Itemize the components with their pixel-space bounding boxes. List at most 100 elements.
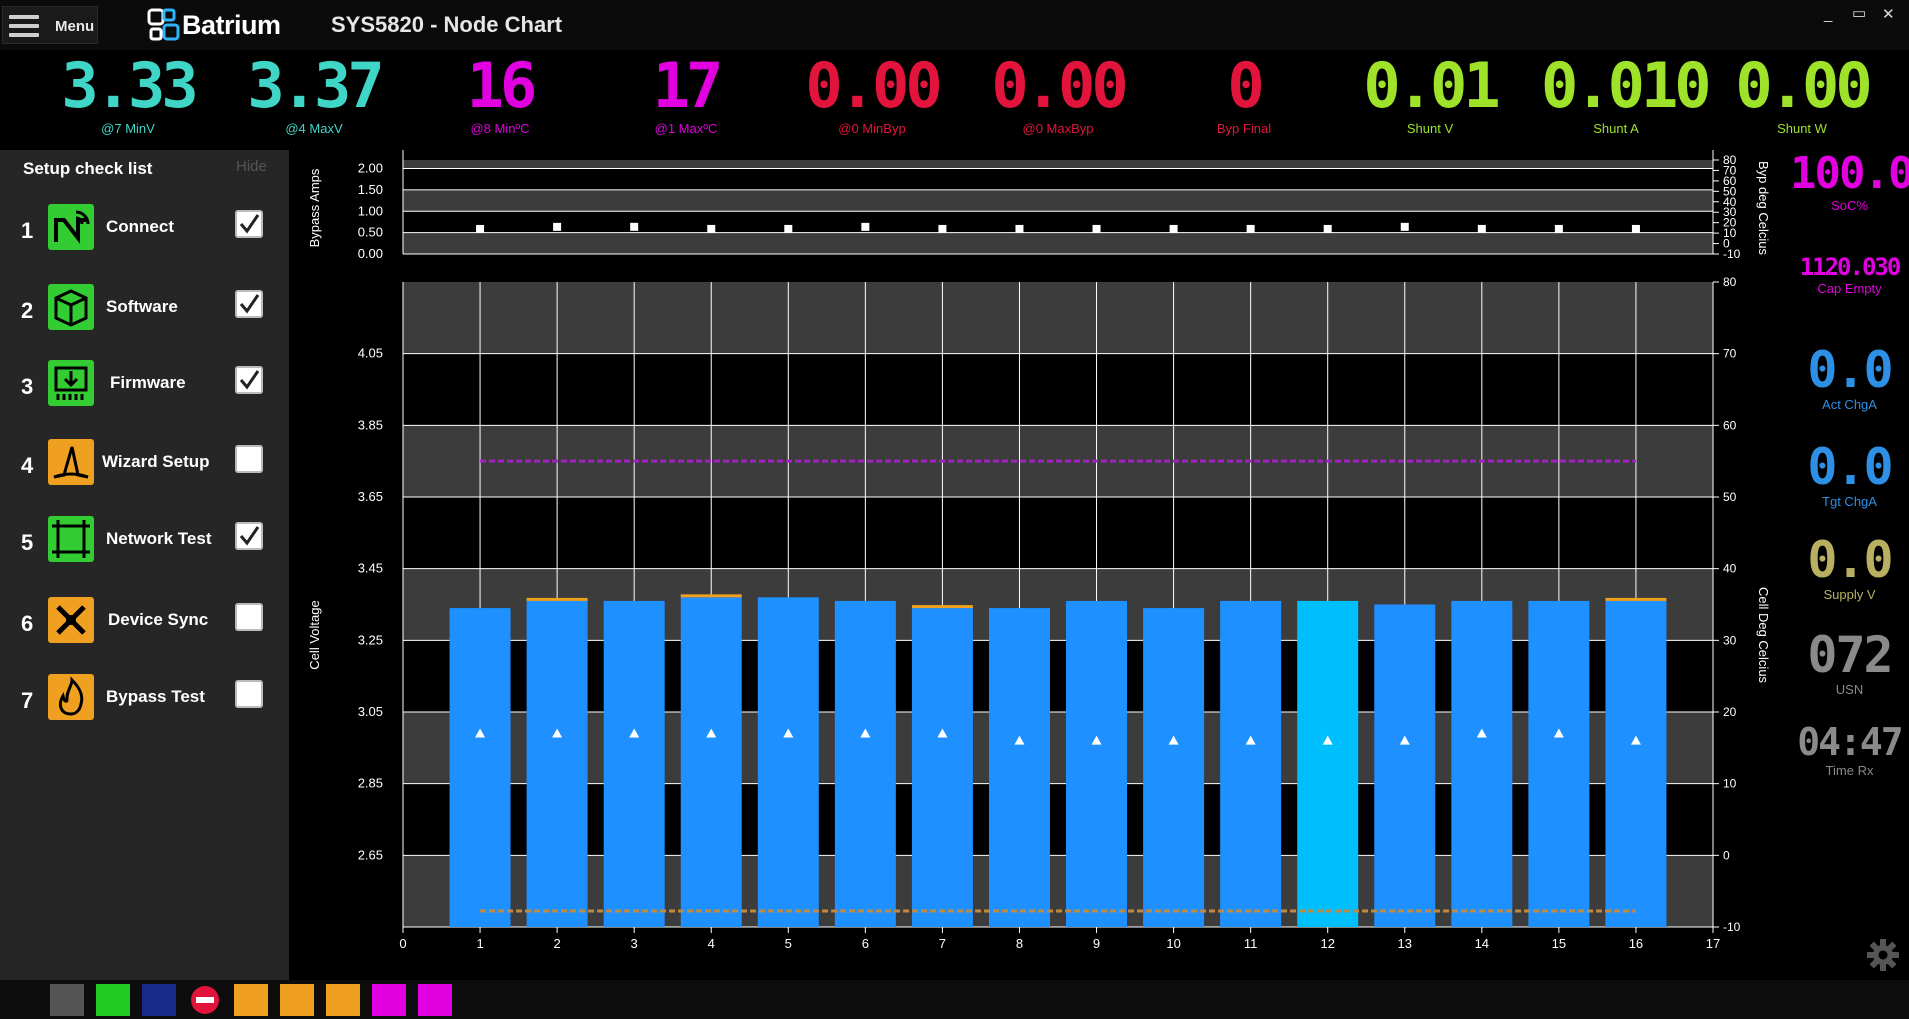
cell-voltage-bar xyxy=(680,597,742,927)
cell-voltage-bar xyxy=(1605,600,1667,927)
app-logo: Batrium xyxy=(146,7,306,45)
bypass-temp-point xyxy=(1554,224,1563,233)
right-readout-caption: USN xyxy=(1835,682,1864,697)
y-tick-label: 2.00 xyxy=(358,161,383,176)
step-checkbox[interactable] xyxy=(235,290,263,318)
bypass-indicator xyxy=(680,594,742,598)
readout-value: 3.33 xyxy=(61,49,198,122)
readout-shunt-w: 0.00 Shunt W xyxy=(1727,50,1877,137)
hide-button[interactable]: Hide xyxy=(236,158,267,175)
y2-tick-label: 10 xyxy=(1723,777,1737,791)
bypass-temp-point xyxy=(1400,222,1409,231)
readout-value: 3.37 xyxy=(247,49,384,122)
bypass-y2-label: Byp deg Celcius xyxy=(1756,161,1771,255)
x-tick-label: 8 xyxy=(1016,936,1023,951)
restore-button[interactable]: ▭ xyxy=(1852,4,1866,22)
step-number: 1 xyxy=(21,218,34,243)
readout-caption: @0 MaxByp xyxy=(1022,121,1094,136)
grid-band xyxy=(403,160,1713,169)
checklist-step-network-test[interactable]: 5 Network Test xyxy=(0,514,289,570)
menu-button[interactable]: Menu xyxy=(2,6,98,44)
minimize-button[interactable]: _ xyxy=(1824,6,1832,23)
bypass-flame-icon xyxy=(48,674,94,720)
step-number: 5 xyxy=(21,530,34,555)
checklist-step-device-sync[interactable]: 6 Device Sync xyxy=(0,595,289,651)
wireless-node-icon xyxy=(48,204,94,250)
x-tick-label: 16 xyxy=(1629,936,1643,951)
bypass-y-label: Bypass Amps xyxy=(307,168,322,247)
step-label: Firmware xyxy=(110,373,186,392)
step-number: 6 xyxy=(21,611,34,636)
check-icon xyxy=(239,294,260,314)
y-tick-label: 3.65 xyxy=(358,489,383,504)
checklist-step-firmware[interactable]: 3 Firmware xyxy=(0,358,289,414)
right-readout-caption: Act ChgA xyxy=(1822,397,1877,412)
bypass-temp-point xyxy=(1246,224,1255,233)
readout-caption: Byp Final xyxy=(1216,121,1272,136)
x-tick-label: 6 xyxy=(862,936,869,951)
x-tick-label: 3 xyxy=(631,936,638,951)
right-readouts-panel: 100.0 SoC% 1120.030 Cap Empty 0.0 Act ChgA 0.0… xyxy=(1790,140,1909,980)
cell-voltage-bar xyxy=(834,600,896,927)
readout-value: 0.010 xyxy=(1541,49,1712,122)
right-readout-usn: 072 USN xyxy=(1790,630,1909,697)
bypass-flame-icon[interactable] xyxy=(326,984,360,1016)
step-checkbox[interactable] xyxy=(235,603,263,631)
step-checkbox[interactable] xyxy=(235,445,263,473)
device-sync-icon[interactable] xyxy=(280,984,314,1016)
y-tick-label: 1.00 xyxy=(358,203,383,218)
checklist-step-wizard-setup[interactable]: 4 Wizard Setup xyxy=(0,437,289,493)
right-readout-caption: Tgt ChgA xyxy=(1822,494,1877,509)
cell-voltage-bar xyxy=(1297,600,1359,927)
checklist-step-bypass-test[interactable]: 7 Bypass Test xyxy=(0,672,289,728)
checklist-step-connect[interactable]: 1 Connect xyxy=(0,202,289,258)
right-readout-caption: Supply V xyxy=(1823,587,1876,602)
runner-icon[interactable] xyxy=(96,984,130,1016)
close-button[interactable]: ✕ xyxy=(1882,5,1895,23)
settings-gear-icon[interactable] xyxy=(1866,938,1900,972)
step-checkbox[interactable] xyxy=(235,680,263,708)
readout-value: 16 xyxy=(466,49,538,122)
checklist-step-software[interactable]: 2 Software xyxy=(0,282,289,338)
wizard-hat-icon xyxy=(48,439,94,485)
grid-band xyxy=(403,568,1713,641)
stop-icon[interactable] xyxy=(188,984,222,1016)
lightning-icon[interactable] xyxy=(372,984,406,1016)
splat-icon[interactable] xyxy=(418,984,452,1016)
x-tick-label: 14 xyxy=(1475,936,1489,951)
bypass-indicator xyxy=(526,597,588,601)
bypass-temp-point xyxy=(938,224,947,233)
step-number: 2 xyxy=(21,298,34,323)
step-checkbox[interactable] xyxy=(235,366,263,394)
wizard-hat-icon[interactable] xyxy=(234,984,268,1016)
y2-tick-label: 80 xyxy=(1723,275,1737,289)
y2-tick-label: 30 xyxy=(1723,633,1737,647)
right-readout-caption: Time Rx xyxy=(1825,763,1874,778)
cell-voltage-y-label: Cell Voltage xyxy=(307,600,322,669)
bypass-temp-point xyxy=(630,222,639,231)
cell-voltage-bar xyxy=(1220,600,1282,927)
bypass-indicator xyxy=(911,605,973,609)
right-readout-value: 0.0 xyxy=(1807,438,1893,496)
readout-caption: @8 MinºC xyxy=(470,121,530,136)
y2-tick-label: 80 xyxy=(1723,153,1737,167)
bypass-temp-point xyxy=(784,224,793,233)
y-tick-label: 2.65 xyxy=(358,847,383,862)
cell-voltage-bar xyxy=(1451,600,1513,927)
bypass-temp-point xyxy=(1631,224,1640,233)
step-number: 3 xyxy=(21,374,34,399)
wireless-node-icon[interactable] xyxy=(50,984,84,1016)
window-title: SYS5820 - Node Chart xyxy=(331,12,563,37)
step-checkbox[interactable] xyxy=(235,210,263,238)
y2-tick-label: -10 xyxy=(1723,920,1741,934)
bypass-temp-point xyxy=(553,222,562,231)
x-tick-label: 11 xyxy=(1244,936,1258,951)
menu-label: Menu xyxy=(55,18,95,35)
step-label: Software xyxy=(106,297,178,316)
right-readout-value: 0.0 xyxy=(1807,341,1893,399)
gear-network-icon[interactable] xyxy=(142,984,176,1016)
cell-voltage-bar xyxy=(449,608,511,927)
readout-shunt-v: 0.01 Shunt V xyxy=(1355,50,1505,137)
step-checkbox[interactable] xyxy=(235,522,263,550)
cell-temp-y2-label: Cell Deg Celcius xyxy=(1756,587,1771,684)
